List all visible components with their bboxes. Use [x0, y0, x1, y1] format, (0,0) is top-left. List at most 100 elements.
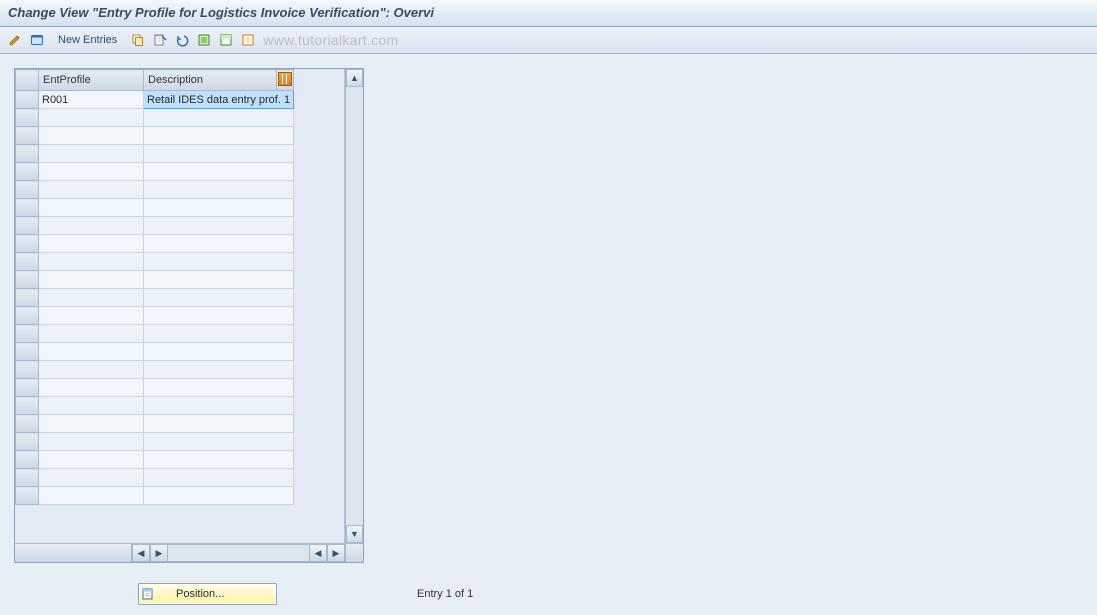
row-selector[interactable]	[16, 469, 39, 487]
cell-entprofile[interactable]	[39, 433, 144, 451]
row-selector[interactable]	[16, 397, 39, 415]
cell-description[interactable]	[144, 361, 294, 379]
row-selector[interactable]	[16, 379, 39, 397]
table-row[interactable]	[16, 397, 294, 415]
cell-description[interactable]	[144, 307, 294, 325]
table-row[interactable]	[16, 379, 294, 397]
row-selector[interactable]	[16, 91, 39, 109]
position-button[interactable]: Position...	[138, 583, 277, 605]
undo-icon[interactable]	[173, 31, 191, 49]
cell-description[interactable]: Retail IDES data entry prof. 1	[144, 91, 294, 109]
table-row[interactable]	[16, 289, 294, 307]
table-row[interactable]: R001Retail IDES data entry prof. 1	[16, 91, 294, 109]
row-selector[interactable]	[16, 235, 39, 253]
scroll-up-button[interactable]: ▲	[346, 69, 363, 87]
scroll-down-button[interactable]: ▼	[346, 525, 363, 543]
table-row[interactable]	[16, 163, 294, 181]
row-selector[interactable]	[16, 181, 39, 199]
table-row[interactable]	[16, 433, 294, 451]
row-selector[interactable]	[16, 217, 39, 235]
row-selector[interactable]	[16, 487, 39, 505]
table-row[interactable]	[16, 235, 294, 253]
scroll-right-step-button[interactable]: ▶	[150, 544, 168, 562]
cell-entprofile[interactable]	[39, 361, 144, 379]
row-selector[interactable]	[16, 451, 39, 469]
cell-entprofile[interactable]	[39, 271, 144, 289]
toggle-change-icon[interactable]	[6, 31, 24, 49]
cell-entprofile[interactable]	[39, 469, 144, 487]
table-row[interactable]	[16, 487, 294, 505]
cell-entprofile[interactable]	[39, 289, 144, 307]
cell-description[interactable]	[144, 217, 294, 235]
table-row[interactable]	[16, 343, 294, 361]
cell-description[interactable]	[144, 415, 294, 433]
cell-description[interactable]	[144, 343, 294, 361]
table-row[interactable]	[16, 145, 294, 163]
row-selector[interactable]	[16, 199, 39, 217]
vertical-scrollbar[interactable]: ▲ ▼	[345, 69, 363, 543]
row-selector[interactable]	[16, 163, 39, 181]
cell-description[interactable]	[144, 469, 294, 487]
row-selector[interactable]	[16, 271, 39, 289]
cell-entprofile[interactable]	[39, 415, 144, 433]
table-row[interactable]	[16, 127, 294, 145]
cell-description[interactable]	[144, 127, 294, 145]
cell-description[interactable]	[144, 253, 294, 271]
cell-description[interactable]	[144, 397, 294, 415]
select-block-icon[interactable]	[217, 31, 235, 49]
row-selector[interactable]	[16, 253, 39, 271]
scroll-left-button[interactable]: ◀	[132, 544, 150, 562]
cell-entprofile[interactable]	[39, 235, 144, 253]
scroll-right-button[interactable]: ▶	[327, 544, 345, 562]
select-all-icon[interactable]	[195, 31, 213, 49]
cell-description[interactable]	[144, 109, 294, 127]
row-selector[interactable]	[16, 361, 39, 379]
table-settings-icon[interactable]	[278, 72, 292, 86]
cell-entprofile[interactable]	[39, 343, 144, 361]
cell-entprofile[interactable]	[39, 325, 144, 343]
cell-entprofile[interactable]	[39, 163, 144, 181]
cell-description[interactable]	[144, 433, 294, 451]
cell-entprofile[interactable]	[39, 145, 144, 163]
cell-description[interactable]	[144, 451, 294, 469]
other-view-icon[interactable]	[28, 31, 46, 49]
cell-description[interactable]	[144, 163, 294, 181]
row-selector[interactable]	[16, 307, 39, 325]
table-row[interactable]	[16, 217, 294, 235]
row-selector[interactable]	[16, 145, 39, 163]
grid-corner[interactable]	[16, 70, 39, 91]
table-row[interactable]	[16, 253, 294, 271]
row-selector[interactable]	[16, 127, 39, 145]
cell-description[interactable]	[144, 271, 294, 289]
table-row[interactable]	[16, 361, 294, 379]
table-row[interactable]	[16, 469, 294, 487]
table-row[interactable]	[16, 109, 294, 127]
cell-entprofile[interactable]	[39, 199, 144, 217]
cell-entprofile[interactable]	[39, 217, 144, 235]
cell-entprofile[interactable]	[39, 487, 144, 505]
cell-description[interactable]	[144, 289, 294, 307]
cell-description[interactable]	[144, 379, 294, 397]
cell-entprofile[interactable]	[39, 379, 144, 397]
cell-entprofile[interactable]	[39, 181, 144, 199]
cell-description[interactable]	[144, 181, 294, 199]
configure-columns-button[interactable]	[277, 70, 294, 91]
cell-entprofile[interactable]	[39, 127, 144, 145]
cell-description[interactable]	[144, 487, 294, 505]
cell-description[interactable]	[144, 199, 294, 217]
cell-description[interactable]	[144, 145, 294, 163]
row-selector[interactable]	[16, 415, 39, 433]
cell-description[interactable]	[144, 235, 294, 253]
row-selector[interactable]	[16, 343, 39, 361]
cell-entprofile[interactable]: R001	[39, 91, 144, 109]
delete-icon[interactable]	[151, 31, 169, 49]
row-selector[interactable]	[16, 433, 39, 451]
row-selector[interactable]	[16, 325, 39, 343]
row-selector[interactable]	[16, 109, 39, 127]
table-row[interactable]	[16, 451, 294, 469]
table-row[interactable]	[16, 181, 294, 199]
table-row[interactable]	[16, 307, 294, 325]
hscroll-track[interactable]	[168, 544, 309, 562]
scroll-track[interactable]	[346, 87, 363, 525]
cell-entprofile[interactable]	[39, 109, 144, 127]
